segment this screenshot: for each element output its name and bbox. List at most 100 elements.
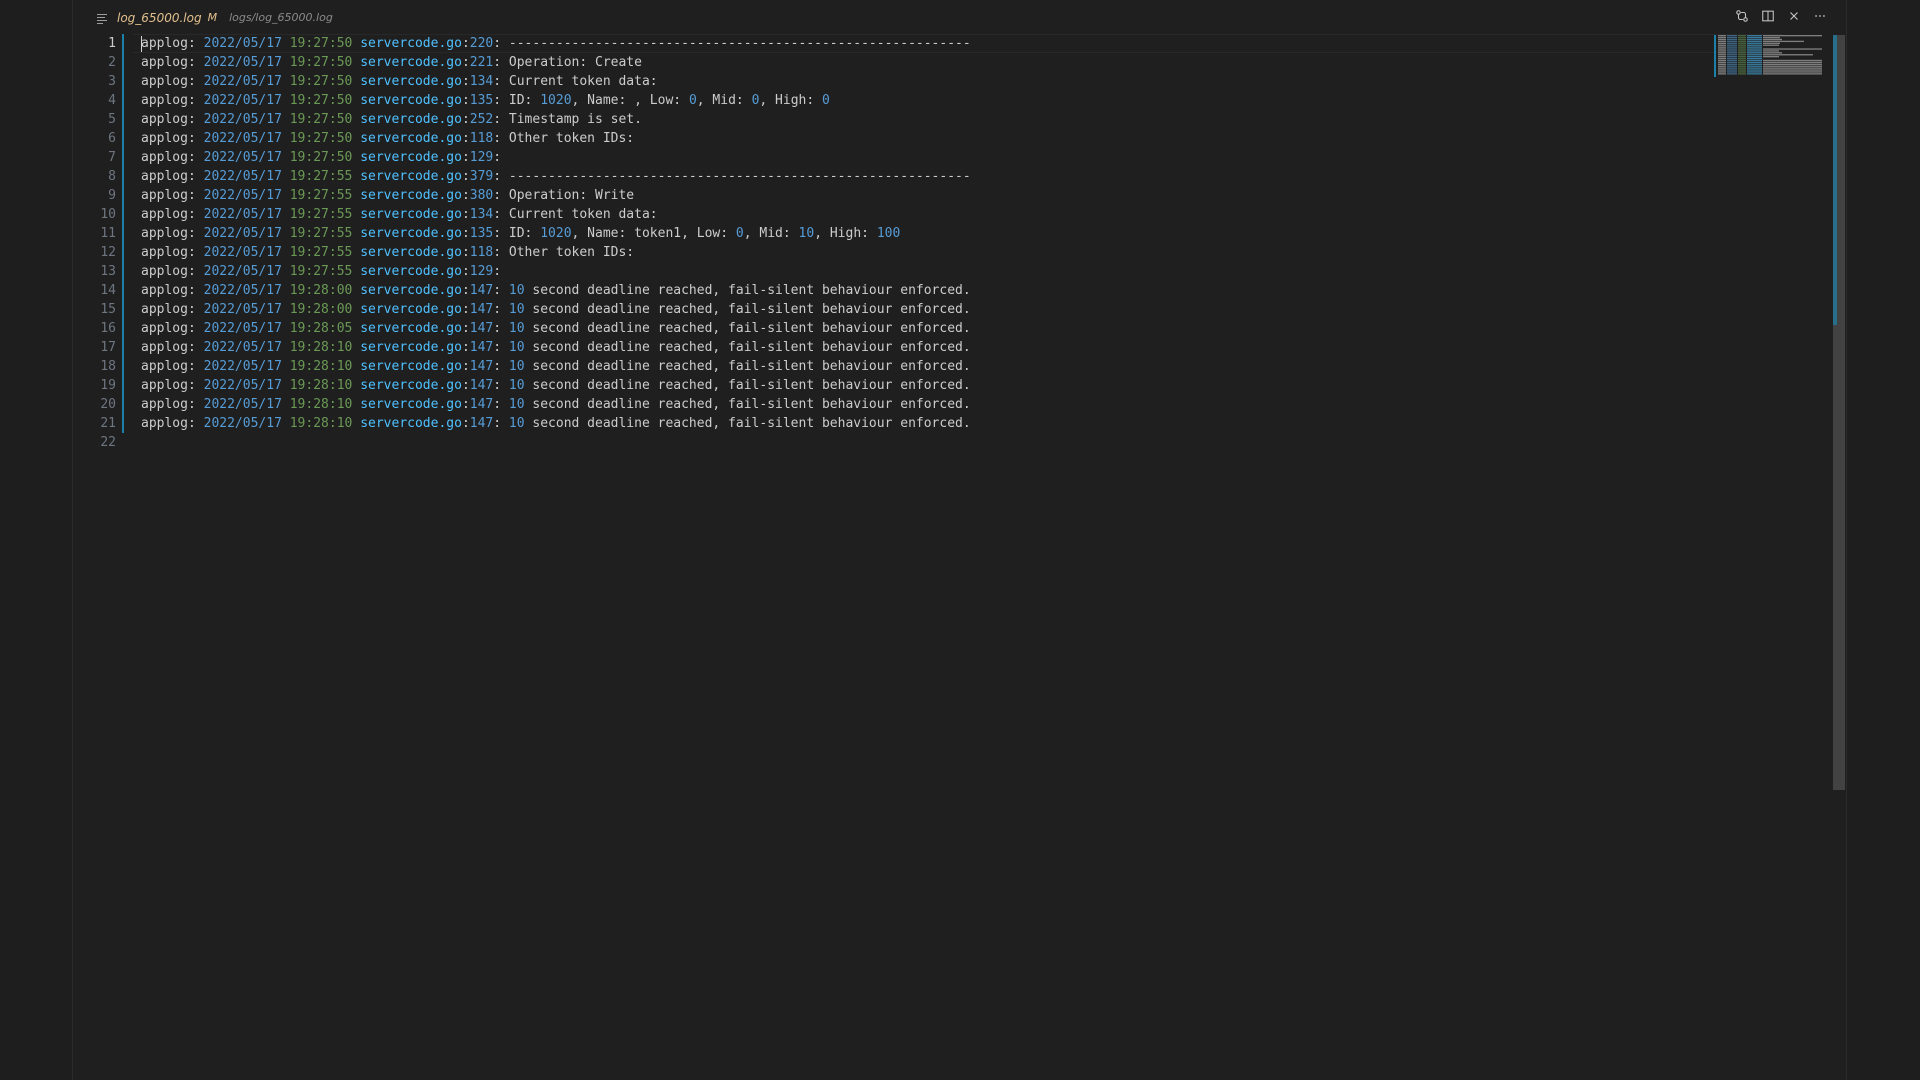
code-line[interactable]: 8 applog: 2022/05/17 19:27:55 servercode.…: [73, 167, 1713, 186]
modified-marker: M: [207, 11, 218, 24]
log-date: 2022/05/17: [203, 378, 282, 393]
code-line[interactable]: 6 applog: 2022/05/17 19:27:50 servercode.…: [73, 129, 1713, 148]
code-line[interactable]: 18 applog: 2022/05/17 19:28:10 servercode…: [73, 357, 1713, 376]
git-added-indicator: [122, 300, 124, 319]
git-added-indicator: [122, 167, 124, 186]
code-line[interactable]: 17 applog: 2022/05/17 19:28:10 servercode…: [73, 338, 1713, 357]
log-date: 2022/05/17: [203, 226, 282, 241]
tab-log-file[interactable]: log_65000.log M logs/log_65000.log: [97, 0, 333, 35]
minimap-line: [1763, 38, 1782, 41]
log-number: 10: [508, 359, 525, 374]
log-source-file: servercode.go: [360, 55, 462, 70]
git-added-indicator: [122, 148, 124, 167]
line-number: 2: [108, 55, 116, 70]
log-source-file: servercode.go: [360, 378, 462, 393]
log-message: Operation: Write: [508, 188, 635, 203]
minimap-line: [1763, 73, 1822, 75]
log-source-line: 379: [469, 169, 494, 184]
open-changes-button[interactable]: [1734, 8, 1750, 24]
code-line[interactable]: 13 applog: 2022/05/17 19:27:55 servercode…: [73, 262, 1713, 281]
code-area[interactable]: 1 applog: 2022/05/17 19:27:50 servercode.…: [73, 34, 1846, 1080]
tab-file-name: log_65000.log: [117, 10, 202, 25]
text-cursor: [141, 36, 142, 52]
editor-group: log_65000.log M logs/log_65000.log 1 appl…: [73, 0, 1846, 1080]
log-message: Current token data:: [508, 74, 658, 89]
log-time: 19:27:50: [289, 55, 353, 70]
log-source-file: servercode.go: [360, 150, 462, 165]
code-line[interactable]: 3 applog: 2022/05/17 19:27:50 servercode.…: [73, 72, 1713, 91]
minimap-line: [1718, 52, 1726, 54]
split-editor-button[interactable]: [1760, 8, 1776, 24]
line-number: 14: [100, 283, 116, 298]
code-line[interactable]: 9 applog: 2022/05/17 19:27:55 servercode.…: [73, 186, 1713, 205]
code-line[interactable]: 21 applog: 2022/05/17 19:28:10 servercode…: [73, 414, 1713, 433]
code-text: applog: 2022/05/17 19:28:10 servercode.g…: [141, 378, 971, 393]
code-line[interactable]: 12 applog: 2022/05/17 19:27:55 servercode…: [73, 243, 1713, 262]
code-line[interactable]: 4 applog: 2022/05/17 19:27:50 servercode.…: [73, 91, 1713, 110]
log-message: Other token IDs:: [508, 131, 635, 146]
log-source-line: 118: [469, 131, 494, 146]
code-text: applog: 2022/05/17 19:27:50 servercode.g…: [141, 131, 635, 146]
code-line[interactable]: 20 applog: 2022/05/17 19:28:10 servercode…: [73, 395, 1713, 414]
log-message: second deadline reached, fail-silent beh…: [524, 378, 971, 393]
line-number: 21: [100, 416, 116, 431]
minimap-line: [1738, 73, 1746, 75]
minimap-change-marker: [1714, 35, 1716, 77]
code-line[interactable]: 1 applog: 2022/05/17 19:27:50 servercode.…: [73, 34, 1783, 53]
minimap-line: [1747, 35, 1762, 37]
minimap-line: [1727, 44, 1737, 46]
close-icon: [1790, 12, 1798, 20]
code-line[interactable]: 7 applog: 2022/05/17 19:27:50 servercode.…: [73, 148, 1713, 167]
minimap-line: [1763, 52, 1782, 54]
log-time: 19:27:50: [289, 36, 353, 51]
minimap-line: [1738, 65, 1746, 67]
minimap-line: [1738, 54, 1746, 56]
log-time: 19:28:10: [289, 359, 353, 374]
tab-file-path: logs/log_65000.log: [229, 11, 333, 24]
close-tab-button[interactable]: [1786, 8, 1802, 24]
code-line[interactable]: 15 applog: 2022/05/17 19:28:00 servercode…: [73, 300, 1713, 319]
line-number: 9: [108, 188, 116, 203]
log-source-line: 147: [469, 359, 494, 374]
minimap-line: [1738, 42, 1746, 44]
minimap-line: [1727, 71, 1737, 73]
file-text-icon: [97, 13, 107, 24]
minimap-line: [1718, 42, 1726, 44]
log-number: 0: [822, 93, 830, 108]
minimap-line: [1747, 61, 1762, 64]
log-message: second deadline reached, fail-silent beh…: [524, 283, 971, 298]
log-source-file: servercode.go: [360, 321, 462, 336]
minimap-line: [1718, 48, 1726, 50]
minimap-line: [1718, 63, 1726, 65]
code-line[interactable]: 2 applog: 2022/05/17 19:27:50 servercode.…: [73, 53, 1713, 72]
log-source-line: 134: [469, 207, 494, 222]
minimap-line: [1738, 71, 1746, 73]
log-message: , High:: [814, 226, 877, 241]
tab-bar: log_65000.log M logs/log_65000.log: [73, 0, 1846, 35]
minimap[interactable]: [1714, 35, 1832, 77]
log-prefix: applog:: [141, 378, 204, 393]
code-line[interactable]: 22: [73, 433, 1713, 452]
minimap-line: [1763, 69, 1822, 71]
git-added-indicator: [122, 262, 124, 281]
code-line[interactable]: 11 applog: 2022/05/17 19:27:55 servercode…: [73, 224, 1713, 243]
log-time: 19:28:10: [289, 397, 353, 412]
more-actions-button[interactable]: [1812, 8, 1828, 24]
line-number: 8: [108, 169, 116, 184]
log-message: second deadline reached, fail-silent beh…: [524, 416, 971, 431]
log-number: 10: [508, 378, 525, 393]
log-time: 19:27:55: [289, 245, 353, 260]
minimap-line: [1718, 59, 1726, 62]
code-line[interactable]: 14 applog: 2022/05/17 19:28:00 servercode…: [73, 281, 1713, 300]
minimap-line: [1738, 46, 1746, 48]
code-line[interactable]: 16 applog: 2022/05/17 19:28:05 servercode…: [73, 319, 1713, 338]
minimap-line: [1727, 38, 1737, 41]
minimap-line: [1738, 61, 1746, 64]
code-line[interactable]: 19 applog: 2022/05/17 19:28:10 servercode…: [73, 376, 1713, 395]
log-number: 1020: [540, 226, 572, 241]
code-line[interactable]: 10 applog: 2022/05/17 19:27:55 servercode…: [73, 205, 1713, 224]
git-added-indicator: [122, 243, 124, 262]
code-line[interactable]: 5 applog: 2022/05/17 19:27:50 servercode.…: [73, 110, 1713, 129]
git-added-indicator: [122, 338, 124, 357]
git-added-indicator: [122, 53, 124, 72]
